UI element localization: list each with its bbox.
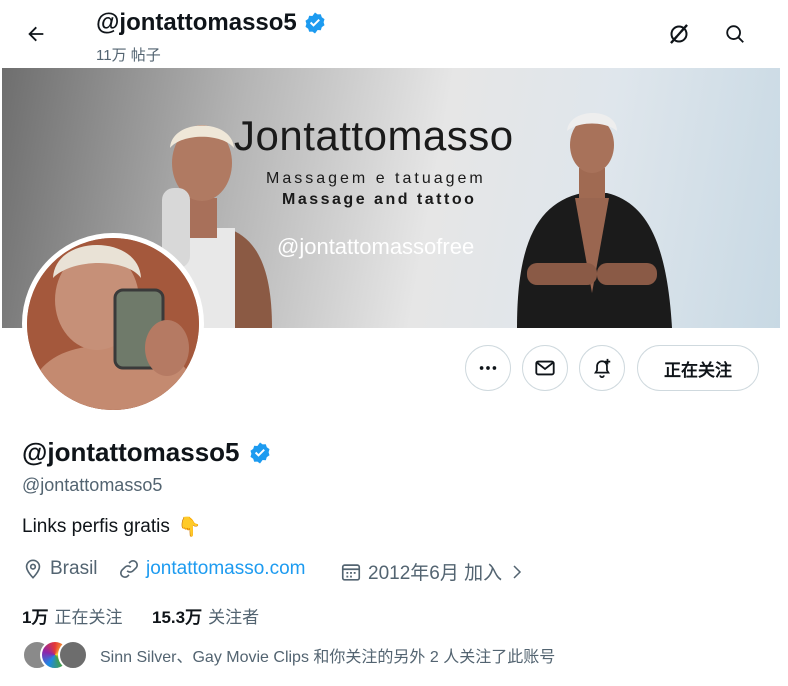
notification-bell-icon bbox=[593, 358, 611, 379]
joined-item[interactable]: 2012年6月 加入 bbox=[340, 558, 526, 585]
calendar-icon bbox=[341, 563, 361, 581]
profile-avatar[interactable] bbox=[22, 233, 204, 415]
display-name: @jontattomasso5 bbox=[22, 437, 272, 468]
notifications-button[interactable] bbox=[579, 345, 625, 391]
avatar bbox=[58, 640, 88, 670]
location-item: Brasil bbox=[22, 558, 98, 580]
banner-handle: @jontattomassofree bbox=[277, 234, 475, 259]
verified-badge-icon[interactable] bbox=[248, 441, 272, 465]
grok-icon bbox=[670, 24, 688, 44]
mutual-followers-text[interactable]: Sinn Silver、Gay Movie Clips 和你关注的另外 2 人关… bbox=[100, 643, 555, 667]
back-arrow-icon bbox=[28, 26, 44, 42]
mail-icon bbox=[535, 360, 555, 376]
grok-button[interactable] bbox=[661, 16, 697, 52]
followers-stat[interactable]: 15.3万 关注者 bbox=[152, 603, 259, 628]
bio-text: Links perfis gratis bbox=[22, 516, 170, 537]
following-count: 1万 bbox=[22, 608, 49, 627]
verified-badge-icon bbox=[305, 12, 325, 34]
mutual-followers-avatars[interactable] bbox=[22, 640, 88, 670]
avatar-image bbox=[27, 238, 199, 410]
more-icon bbox=[479, 366, 497, 370]
banner-subtitle-pt: Massagem e tatuagem bbox=[266, 170, 486, 187]
message-button[interactable] bbox=[522, 345, 568, 391]
search-button[interactable] bbox=[717, 16, 753, 52]
joined-text: 2012年6月 加入 bbox=[368, 563, 503, 584]
website-item: jontattomasso.com bbox=[118, 558, 305, 580]
chevron-right-icon bbox=[513, 564, 522, 579]
followers-label: 关注者 bbox=[208, 608, 260, 627]
following-stat[interactable]: 1万 正在关注 bbox=[22, 603, 122, 628]
banner-person-right bbox=[517, 113, 672, 328]
location-icon bbox=[25, 559, 41, 579]
more-button[interactable] bbox=[465, 345, 511, 391]
profile-bio: Links perfis gratis 👇 bbox=[22, 515, 202, 539]
header-name: @jontattomasso5 bbox=[96, 9, 297, 36]
top-bar: @jontattomasso5 11万 帖子 bbox=[0, 0, 788, 68]
followers-count: 15.3万 bbox=[152, 608, 203, 627]
pointing-down-emoji: 👇 bbox=[177, 517, 202, 538]
banner-subtitle-en: Massage and tattoo bbox=[282, 191, 477, 208]
back-button[interactable] bbox=[18, 16, 54, 52]
following-button[interactable]: 正在关注 bbox=[637, 345, 759, 391]
banner-title: Jontattomasso bbox=[234, 112, 514, 159]
link-icon bbox=[120, 560, 138, 578]
search-icon bbox=[726, 25, 744, 43]
website-link[interactable]: jontattomasso.com bbox=[146, 558, 305, 580]
location-text: Brasil bbox=[50, 558, 98, 579]
post-count: 11万 帖子 bbox=[96, 47, 161, 64]
following-label: 正在关注 bbox=[54, 608, 123, 627]
profile-name: @jontattomasso5 bbox=[22, 437, 240, 467]
profile-handle: @jontattomasso5 bbox=[22, 475, 163, 495]
header-title: @jontattomasso5 bbox=[96, 9, 327, 37]
